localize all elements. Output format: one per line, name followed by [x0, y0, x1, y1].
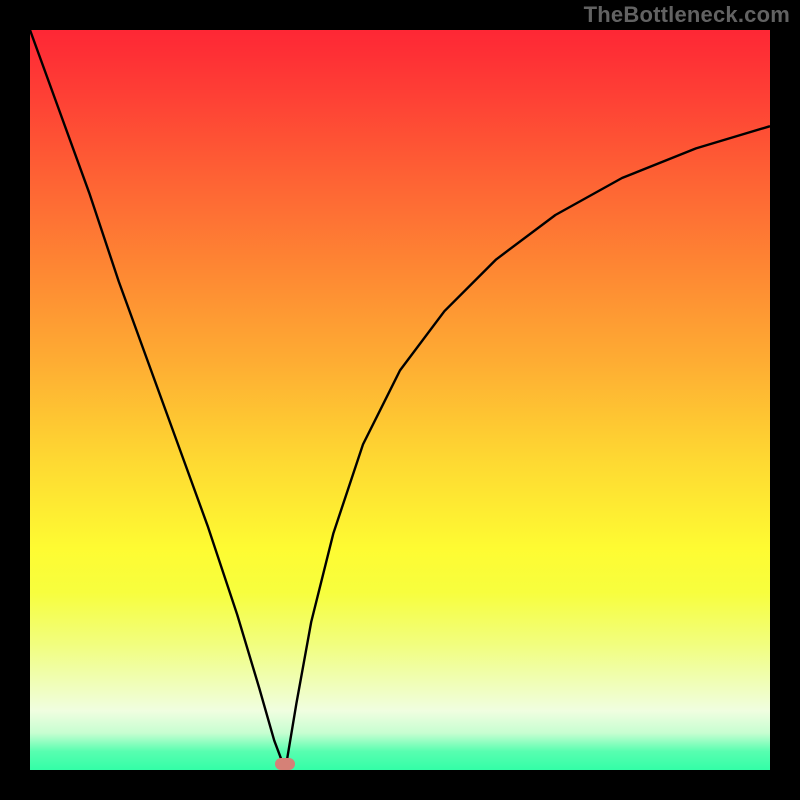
- chart-frame: TheBottleneck.com: [0, 0, 800, 800]
- minimum-marker: [275, 758, 295, 770]
- plot-area: [30, 30, 770, 770]
- bottleneck-curve: [30, 30, 770, 770]
- curve-svg: [30, 30, 770, 770]
- watermark-text: TheBottleneck.com: [584, 2, 790, 28]
